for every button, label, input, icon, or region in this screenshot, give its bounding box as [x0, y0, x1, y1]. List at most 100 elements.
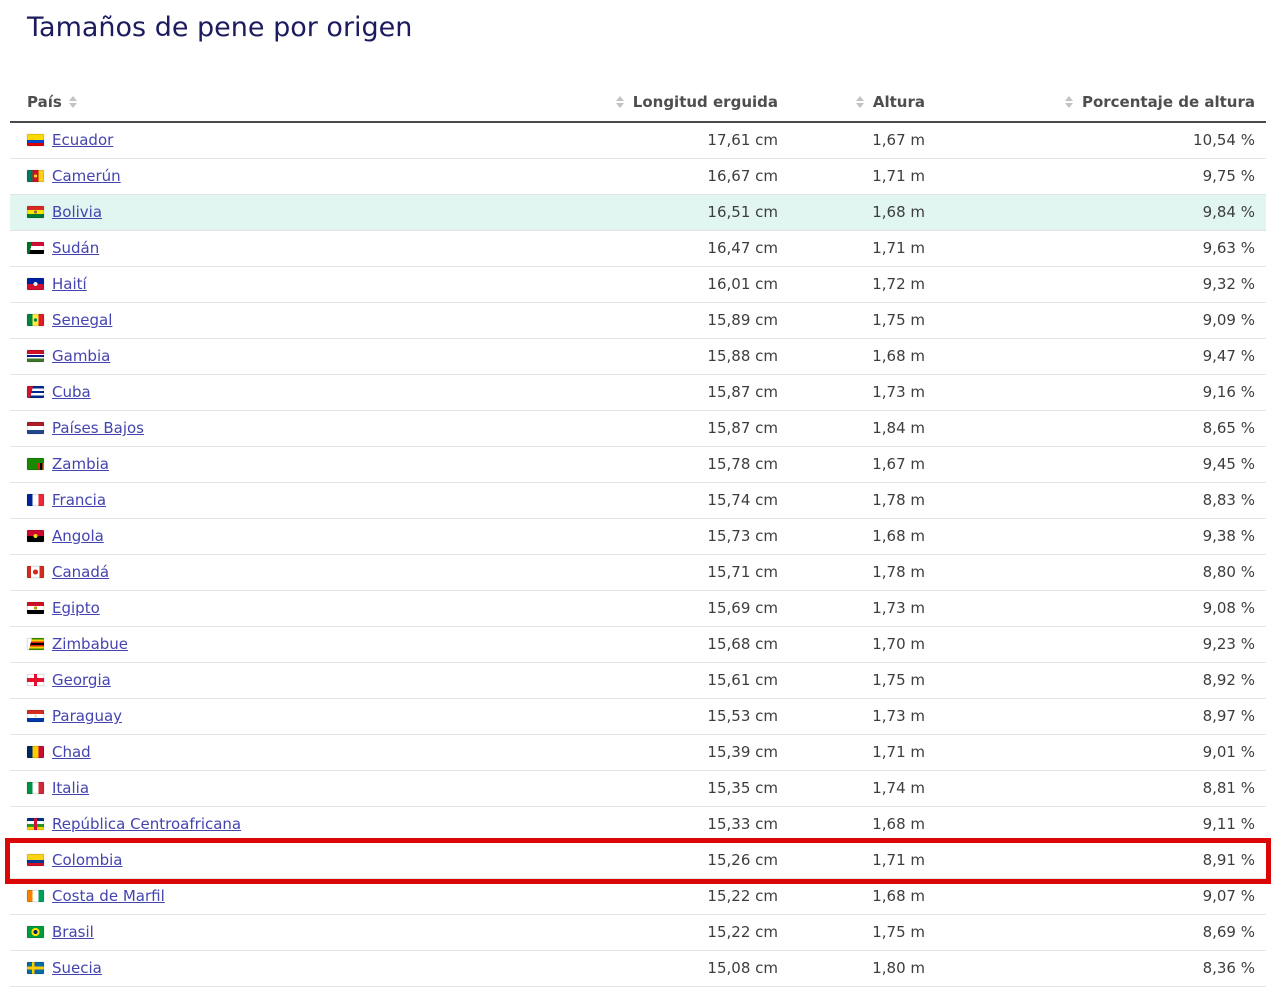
country-link[interactable]: Chad	[52, 743, 91, 761]
table-row: Zambia 15,78 cm 1,67 m 9,45 %	[10, 447, 1266, 483]
country-link[interactable]: Cuba	[52, 383, 91, 401]
country-link[interactable]: Camerún	[52, 167, 121, 185]
height-cell: 1,71 m	[778, 231, 925, 267]
country-link[interactable]: Zimbabue	[52, 635, 128, 653]
length-cell: 15,39 cm	[595, 735, 778, 771]
country-cell: Zimbabue	[10, 627, 595, 663]
country-cell: Países Bajos	[10, 411, 595, 447]
country-cell: Costa de Marfil	[10, 879, 595, 915]
country-link[interactable]: Georgia	[52, 671, 111, 689]
country-link[interactable]: República Centroafricana	[52, 815, 241, 833]
country-cell: Cuba	[10, 375, 595, 411]
length-cell: 15,53 cm	[595, 699, 778, 735]
table-row: Sudán 16,47 cm 1,71 m 9,63 %	[10, 231, 1266, 267]
height-cell: 1,78 m	[778, 555, 925, 591]
percent-cell: 9,16 %	[925, 375, 1266, 411]
country-link[interactable]: Ecuador	[52, 131, 113, 149]
height-cell: 1,73 m	[778, 699, 925, 735]
length-cell: 15,61 cm	[595, 663, 778, 699]
length-cell: 16,47 cm	[595, 231, 778, 267]
percent-cell: 9,23 %	[925, 627, 1266, 663]
country-cell: Sudán	[10, 231, 595, 267]
country-link[interactable]: Angola	[52, 527, 104, 545]
percent-cell: 9,47 %	[925, 339, 1266, 375]
sort-icon[interactable]	[69, 95, 78, 109]
flag-brasil-icon	[27, 926, 44, 938]
flag-zimbabue-icon	[27, 638, 44, 650]
length-cell: 15,22 cm	[595, 879, 778, 915]
country-link[interactable]: Gambia	[52, 347, 110, 365]
table-row: Brasil 15,22 cm 1,75 m 8,69 %	[10, 915, 1266, 951]
column-header-pais[interactable]: País	[10, 87, 595, 122]
height-cell: 1,68 m	[778, 879, 925, 915]
table-header-row: País Longitud erguida Altura Porcentaje …	[10, 87, 1266, 122]
country-size-table: País Longitud erguida Altura Porcentaje …	[10, 87, 1266, 987]
table-row: Canadá 15,71 cm 1,78 m 8,80 %	[10, 555, 1266, 591]
length-cell: 16,01 cm	[595, 267, 778, 303]
table-body: Ecuador 17,61 cm 1,67 m 10,54 % Camerún …	[10, 122, 1266, 987]
height-cell: 1,73 m	[778, 591, 925, 627]
country-cell: Italia	[10, 771, 595, 807]
country-cell: Colombia	[10, 843, 595, 879]
country-cell: Bolivia	[10, 195, 595, 231]
sort-icon[interactable]	[1065, 95, 1074, 109]
flag-colombia-icon	[27, 854, 44, 866]
page: Tamaños de pene por origen País Longitud…	[0, 0, 1280, 987]
flag-haiti-icon	[27, 278, 44, 290]
flag-chad-icon	[27, 746, 44, 758]
flag-ecuador-icon	[27, 134, 44, 146]
country-link[interactable]: Italia	[52, 779, 89, 797]
country-cell: Angola	[10, 519, 595, 555]
country-link[interactable]: Egipto	[52, 599, 100, 617]
country-link[interactable]: Canadá	[52, 563, 109, 581]
country-link[interactable]: Sudán	[52, 239, 99, 257]
height-cell: 1,71 m	[778, 159, 925, 195]
height-cell: 1,70 m	[778, 627, 925, 663]
height-cell: 1,71 m	[778, 843, 925, 879]
country-link[interactable]: Brasil	[52, 923, 94, 941]
flag-camerun-icon	[27, 170, 44, 182]
column-header-porcentaje-de-altura[interactable]: Porcentaje de altura	[925, 87, 1266, 122]
country-link[interactable]: Francia	[52, 491, 106, 509]
height-cell: 1,72 m	[778, 267, 925, 303]
table-row: Georgia 15,61 cm 1,75 m 8,92 %	[10, 663, 1266, 699]
column-label: Porcentaje de altura	[1082, 93, 1255, 111]
column-label: Altura	[873, 93, 925, 111]
percent-cell: 8,80 %	[925, 555, 1266, 591]
table-row: Ecuador 17,61 cm 1,67 m 10,54 %	[10, 122, 1266, 159]
column-label: País	[27, 93, 62, 111]
country-link[interactable]: Colombia	[52, 851, 123, 869]
height-cell: 1,68 m	[778, 519, 925, 555]
column-header-altura[interactable]: Altura	[778, 87, 925, 122]
country-link[interactable]: Haití	[52, 275, 87, 293]
length-cell: 15,87 cm	[595, 375, 778, 411]
length-cell: 15,73 cm	[595, 519, 778, 555]
percent-cell: 9,84 %	[925, 195, 1266, 231]
table-row: Costa de Marfil 15,22 cm 1,68 m 9,07 %	[10, 879, 1266, 915]
length-cell: 15,68 cm	[595, 627, 778, 663]
country-link[interactable]: Bolivia	[52, 203, 102, 221]
country-link[interactable]: Zambia	[52, 455, 109, 473]
flag-canada-icon	[27, 566, 44, 578]
page-title: Tamaños de pene por origen	[27, 12, 1280, 43]
country-cell: Zambia	[10, 447, 595, 483]
column-header-longitud-erguida[interactable]: Longitud erguida	[595, 87, 778, 122]
sort-icon[interactable]	[616, 95, 625, 109]
flag-republica-centroafricana-icon	[27, 818, 44, 830]
country-link[interactable]: Senegal	[52, 311, 112, 329]
table-row: Paraguay 15,53 cm 1,73 m 8,97 %	[10, 699, 1266, 735]
flag-suecia-icon	[27, 962, 44, 974]
country-link[interactable]: Paraguay	[52, 707, 122, 725]
percent-cell: 9,63 %	[925, 231, 1266, 267]
country-link[interactable]: Países Bajos	[52, 419, 144, 437]
percent-cell: 8,65 %	[925, 411, 1266, 447]
column-label: Longitud erguida	[633, 93, 778, 111]
height-cell: 1,67 m	[778, 447, 925, 483]
flag-zambia-icon	[27, 458, 44, 470]
country-link[interactable]: Suecia	[52, 959, 102, 977]
flag-angola-icon	[27, 530, 44, 542]
table-row: Gambia 15,88 cm 1,68 m 9,47 %	[10, 339, 1266, 375]
sort-icon[interactable]	[856, 95, 865, 109]
country-link[interactable]: Costa de Marfil	[52, 887, 165, 905]
country-cell: Egipto	[10, 591, 595, 627]
